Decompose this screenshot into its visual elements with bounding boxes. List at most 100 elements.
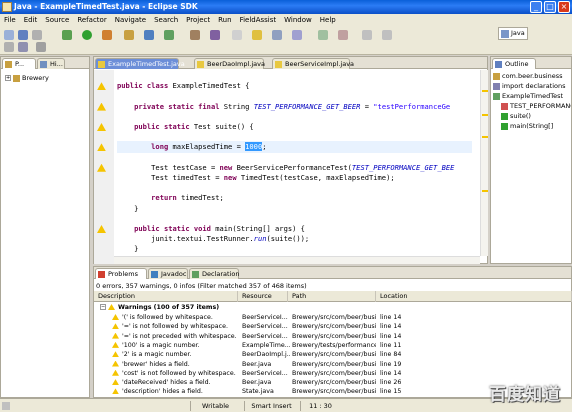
column-resource[interactable]: Resource — [238, 291, 288, 302]
back-icon[interactable] — [362, 30, 372, 40]
outline-item[interactable]: main(String[] — [491, 121, 571, 132]
problem-resource-text: ExampleTime... — [242, 341, 290, 349]
warning-icon — [108, 304, 115, 310]
new-class-icon[interactable] — [164, 30, 174, 40]
menu-run[interactable]: Run — [214, 14, 235, 27]
menu-file[interactable]: File — [0, 14, 20, 27]
problem-path-text: Brewery/src/com/beer/busin — [292, 360, 376, 368]
tab-beerserviceimpl[interactable]: BeerServiceImpl.java — [272, 58, 354, 69]
search-icon[interactable] — [210, 30, 220, 40]
last-edit-icon[interactable] — [4, 42, 14, 52]
code-token: "testPerformanceGe — [373, 101, 451, 111]
run-icon[interactable] — [82, 30, 92, 40]
menu-project[interactable]: Project — [182, 14, 214, 27]
java-file-icon — [275, 61, 282, 68]
code-token: public — [117, 81, 147, 91]
external-tools-icon[interactable] — [102, 30, 112, 40]
declaration-icon — [192, 271, 199, 278]
code-token: public static void — [117, 224, 216, 233]
problem-path: Brewery/src/com/beer/busin — [292, 360, 376, 370]
code-area[interactable]: public class ExampleTimedTest { private … — [94, 70, 480, 256]
overview-warning[interactable] — [482, 136, 488, 138]
problem-row[interactable]: '=' is not followed by whitespace. BeerSe… — [94, 322, 572, 332]
problem-row[interactable]: 'brewer' hides a field. Beer.java Brewery/… — [94, 360, 572, 370]
tab-exampletimedtest[interactable]: ExampleTimedTest.java — [95, 58, 185, 69]
mark-occurrences-icon[interactable] — [252, 30, 262, 40]
paragraph-icon[interactable] — [292, 30, 302, 40]
problem-row[interactable]: '100' is a magic number. ExampleTime... Br… — [94, 341, 572, 351]
minimize-button[interactable]: _ — [530, 1, 542, 13]
column-description[interactable]: Description — [94, 291, 238, 302]
tab-hierarchy[interactable]: Hi... — [37, 58, 65, 69]
maximize-button[interactable]: □ — [544, 1, 556, 13]
format-icon[interactable] — [232, 30, 242, 40]
menu-refactor[interactable]: Refactor — [73, 14, 110, 27]
menu-edit[interactable]: Edit — [20, 14, 42, 27]
tab-javadoc[interactable]: Javadoc — [148, 268, 188, 279]
problem-description-text: 'cost' is not followed by whitespace. — [122, 369, 236, 377]
menu-search[interactable]: Search — [150, 14, 182, 27]
column-path[interactable]: Path — [288, 291, 376, 302]
collapse-icon[interactable]: − — [100, 304, 106, 310]
print-icon[interactable] — [32, 30, 42, 40]
warning-icon — [112, 341, 119, 348]
forward-icon[interactable] — [382, 30, 392, 40]
editor-vertical-scrollbar[interactable] — [480, 70, 488, 256]
code-token: } — [117, 244, 139, 254]
tab-outline[interactable]: Outline — [492, 58, 536, 69]
outline-label: com.beer.business — [502, 72, 563, 80]
tab-package-explorer[interactable]: P... — [2, 58, 36, 69]
overview-warning[interactable] — [482, 190, 488, 192]
problem-path: Brewery/src/com/beer/busin — [292, 322, 376, 332]
code-token: TEST_PERFORMANCE_GET_BEER — [253, 101, 361, 111]
open-type-icon[interactable] — [190, 30, 200, 40]
problem-row[interactable]: '2' is a magic number. BeerDaoImpl.j... Br… — [94, 350, 572, 360]
problem-location: line 15 — [380, 387, 440, 397]
tree-item-brewery[interactable]: + Brewery — [3, 73, 89, 84]
code-token: Test timedTest = — [117, 173, 224, 182]
code-token: BeerServicePerformanceTest( — [236, 162, 352, 172]
problem-row[interactable]: 'cost' is not followed by whitespace. Bee… — [94, 369, 572, 379]
menu-help[interactable]: Help — [316, 14, 340, 27]
close-button[interactable]: × — [558, 1, 570, 13]
perspective-java[interactable]: Java — [498, 27, 528, 40]
problem-row[interactable]: '(' is followed by whitespace. BeerServic… — [94, 313, 572, 323]
menu-source[interactable]: Source — [41, 14, 73, 27]
next-annotation-icon[interactable] — [318, 30, 328, 40]
problem-path-text: Brewery/src/com/beer/busin — [292, 388, 376, 396]
problem-location: line 14 — [380, 322, 440, 332]
overview-warning[interactable] — [482, 114, 488, 116]
save-icon[interactable] — [18, 30, 28, 40]
problem-row[interactable]: '=' is not preceded with whitespace. Beer… — [94, 332, 572, 342]
menu-window[interactable]: Window — [280, 14, 316, 27]
expand-icon[interactable]: + — [5, 75, 11, 81]
package-explorer: P... Hi... + Brewery — [0, 56, 90, 398]
previous-annotation-icon[interactable] — [338, 30, 348, 40]
new-package-icon[interactable] — [144, 30, 154, 40]
open-perspective-icon[interactable] — [18, 42, 28, 52]
column-location[interactable]: Location — [376, 291, 572, 302]
warning-group-row[interactable]: − Warnings (100 of 357 items) — [94, 303, 572, 313]
new-java-project-icon[interactable] — [124, 30, 134, 40]
watermark-logo: 百度知道 — [489, 385, 561, 405]
debug-icon[interactable] — [62, 30, 72, 40]
warning-icon — [112, 314, 119, 320]
menu-navigate[interactable]: Navigate — [111, 14, 150, 27]
java-perspective-icon — [501, 30, 509, 38]
window-title-bar[interactable]: Java - ExampleTimedTest.java - Eclipse S… — [0, 0, 572, 14]
pin-icon[interactable] — [36, 42, 46, 52]
show-whitespace-icon[interactable] — [272, 30, 282, 40]
tab-problems[interactable]: Problems — [95, 268, 147, 279]
java-editor: ExampleTimedTest.java BeerDaoImpl.java B… — [93, 56, 488, 264]
problem-description: '=' is not preceded with whitespace. — [112, 332, 238, 342]
problems-panel: Problems Javadoc Declaration 0 errors, 3… — [93, 266, 572, 398]
menu-fieldassist[interactable]: FieldAssist — [236, 14, 281, 27]
problem-description-text: '100' is a magic number. — [122, 341, 200, 349]
editor-horizontal-scrollbar[interactable] — [114, 256, 480, 264]
tab-declaration[interactable]: Declaration — [189, 268, 239, 279]
fast-view-icon[interactable] — [2, 402, 10, 410]
editor-tabbar: ExampleTimedTest.java BeerDaoImpl.java B… — [94, 57, 487, 69]
new-icon[interactable] — [4, 30, 14, 40]
overview-warning[interactable] — [482, 90, 488, 92]
tab-beerdaoimpl[interactable]: BeerDaoImpl.java — [194, 58, 265, 69]
